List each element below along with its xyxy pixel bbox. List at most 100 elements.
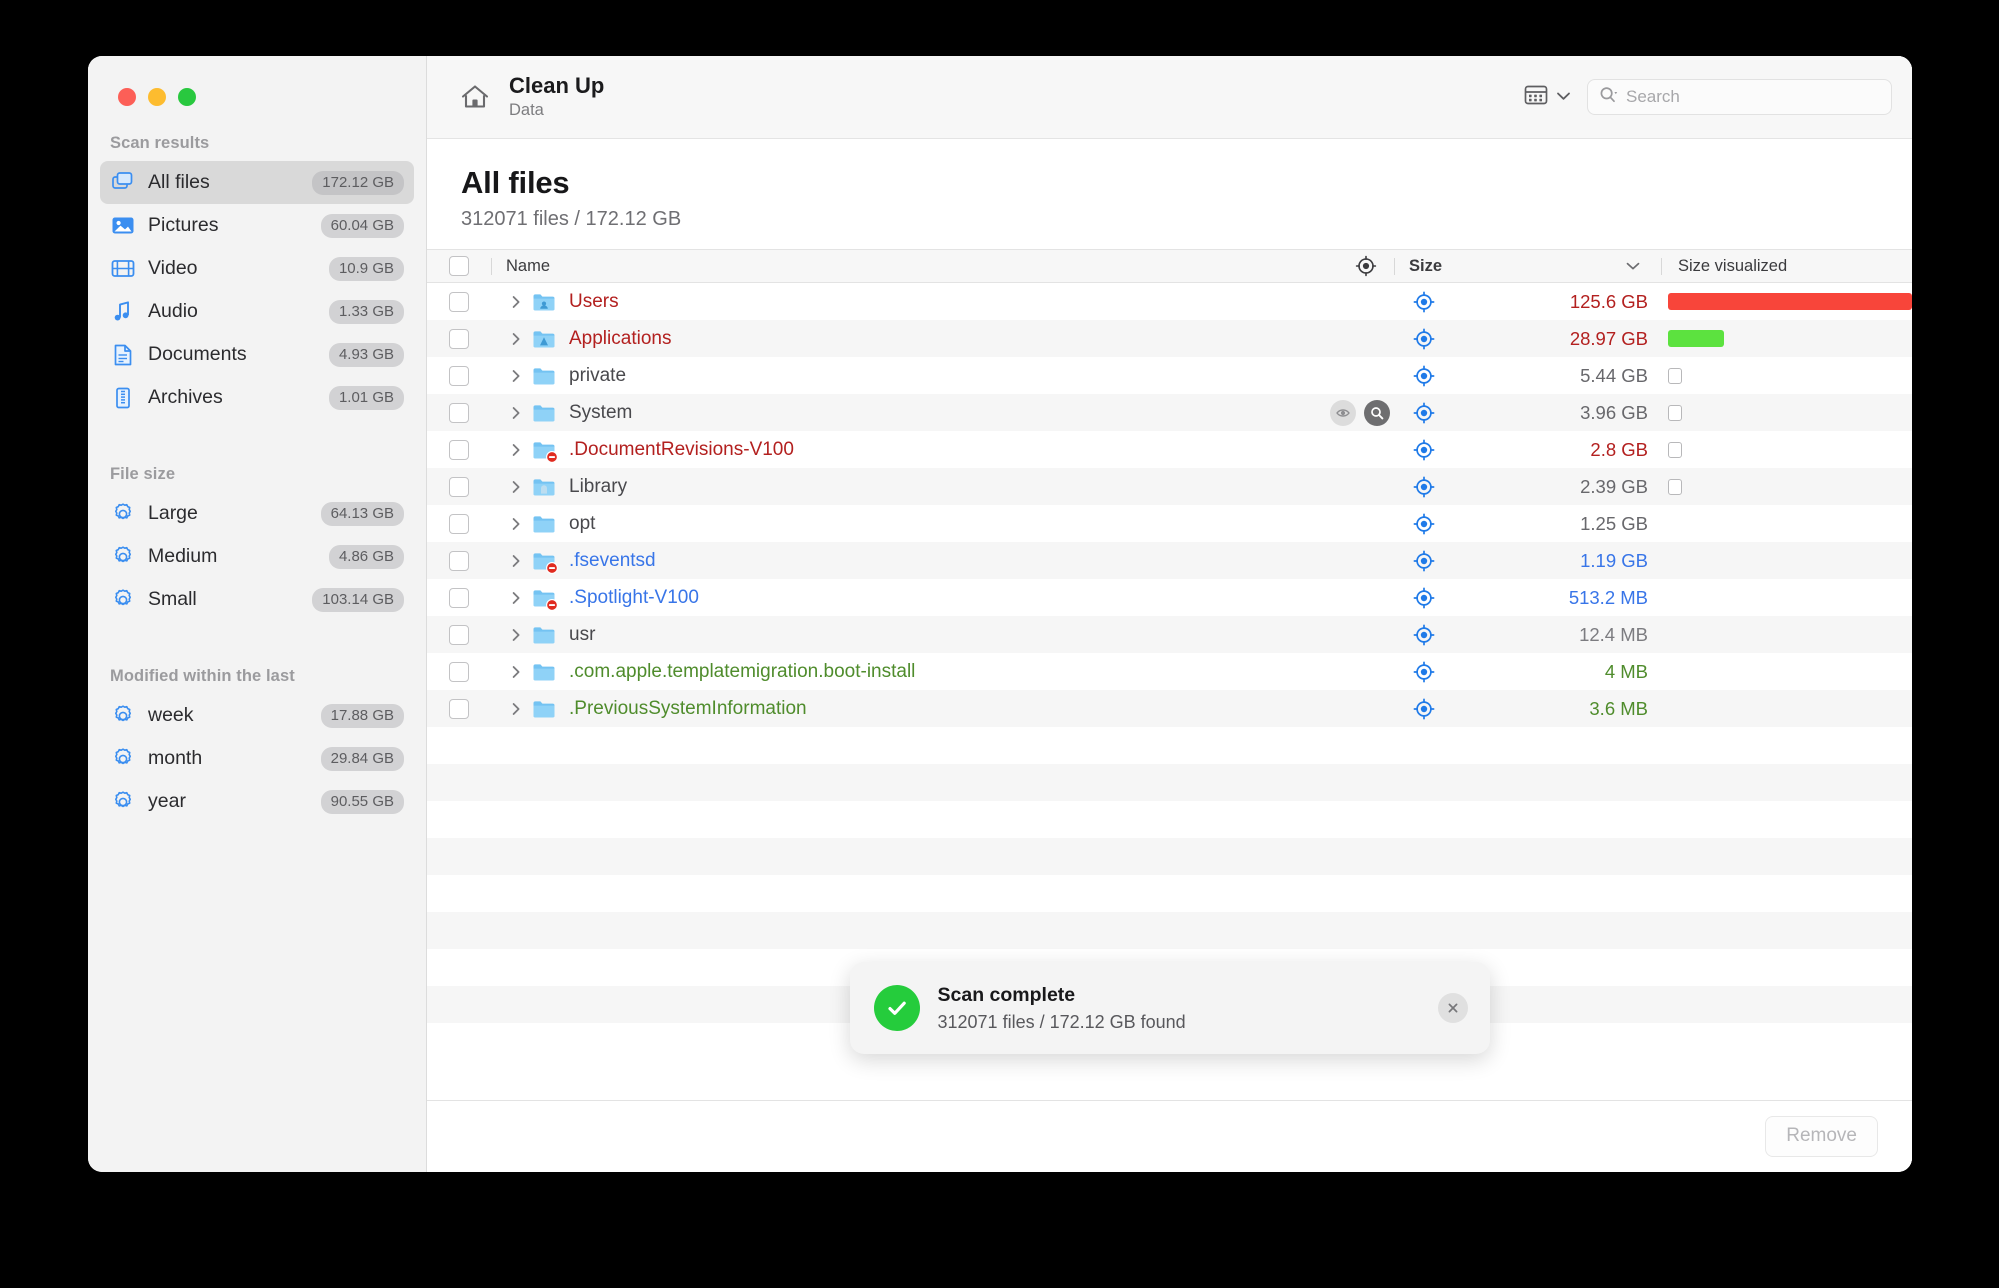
row-checkbox[interactable] — [449, 587, 469, 608]
row-checkbox-cell[interactable] — [427, 439, 491, 460]
sidebar-item-large[interactable]: Large 64.13 GB — [100, 492, 414, 535]
minimize-window-button[interactable] — [148, 88, 166, 106]
toast-text: Scan complete 312071 files / 172.12 GB f… — [938, 984, 1438, 1033]
table-view-icon — [1523, 83, 1549, 112]
sidebar-item-documents[interactable]: Documents 4.93 GB — [100, 333, 414, 376]
disclosure-chevron-right-icon[interactable] — [505, 554, 527, 568]
disclosure-chevron-right-icon[interactable] — [505, 443, 527, 457]
row-checkbox[interactable] — [449, 698, 469, 719]
sort-direction-chevron[interactable] — [1605, 261, 1661, 271]
home-icon[interactable] — [457, 79, 493, 115]
row-reveal-button[interactable] — [1396, 661, 1452, 683]
row-reveal-button[interactable] — [1396, 624, 1452, 646]
row-checkbox-cell[interactable] — [427, 476, 491, 497]
row-checkbox[interactable] — [449, 661, 469, 682]
column-header-target[interactable] — [1338, 255, 1394, 277]
row-reveal-button[interactable] — [1396, 550, 1452, 572]
sidebar-item-all-files[interactable]: All files 172.12 GB — [100, 161, 414, 204]
row-reveal-button[interactable] — [1396, 291, 1452, 313]
column-header-name[interactable]: Name — [492, 257, 1338, 276]
table-row[interactable]: .DocumentRevisions-V100 2.8 GB — [427, 431, 1912, 468]
row-checkbox-cell[interactable] — [427, 365, 491, 386]
row-reveal-button[interactable] — [1396, 365, 1452, 387]
table-row[interactable]: System 3.96 GB — [427, 394, 1912, 431]
row-checkbox[interactable] — [449, 513, 469, 534]
disclosure-chevron-right-icon[interactable] — [505, 628, 527, 642]
row-reveal-button[interactable] — [1396, 402, 1452, 424]
row-checkbox-cell[interactable] — [427, 291, 491, 312]
audio-icon — [110, 299, 136, 325]
column-header-size[interactable]: Size — [1395, 257, 1605, 276]
row-checkbox-cell[interactable] — [427, 587, 491, 608]
row-checkbox-cell[interactable] — [427, 513, 491, 534]
disclosure-chevron-right-icon[interactable] — [505, 332, 527, 346]
sidebar-item-week[interactable]: week 17.88 GB — [100, 694, 414, 737]
disclosure-chevron-right-icon[interactable] — [505, 480, 527, 494]
row-checkbox-cell[interactable] — [427, 698, 491, 719]
eye-icon[interactable] — [1330, 399, 1356, 426]
table-row[interactable]: opt 1.25 GB — [427, 505, 1912, 542]
row-checkbox[interactable] — [449, 624, 469, 645]
gear-icon — [110, 789, 136, 815]
search-field[interactable]: Search — [1587, 79, 1892, 115]
table-row[interactable]: usr 12.4 MB — [427, 616, 1912, 653]
row-checkbox[interactable] — [449, 439, 469, 460]
table-row[interactable]: private 5.44 GB — [427, 357, 1912, 394]
sidebar-item-year[interactable]: year 90.55 GB — [100, 780, 414, 823]
row-checkbox[interactable] — [449, 291, 469, 312]
disclosure-chevron-right-icon[interactable] — [505, 406, 527, 420]
target-icon — [1413, 476, 1435, 497]
table-header-row: Name Size Size visualized — [427, 249, 1912, 283]
table-row[interactable]: Applications 28.97 GB — [427, 320, 1912, 357]
disclosure-chevron-right-icon[interactable] — [505, 517, 527, 531]
magnifier-icon[interactable] — [1364, 399, 1390, 426]
sidebar-item-pictures[interactable]: Pictures 60.04 GB — [100, 204, 414, 247]
table-row[interactable]: .com.apple.templatemigration.boot-instal… — [427, 653, 1912, 690]
toast-message: 312071 files / 172.12 GB found — [937, 1011, 1186, 1032]
column-header-size-visualized[interactable]: Size visualized — [1662, 257, 1912, 276]
row-checkbox-cell[interactable] — [427, 328, 491, 349]
table-row[interactable]: .Spotlight-V100 513.2 MB — [427, 579, 1912, 616]
close-window-button[interactable] — [118, 88, 136, 106]
disclosure-chevron-right-icon[interactable] — [505, 591, 527, 605]
disclosure-chevron-right-icon[interactable] — [505, 295, 527, 309]
row-checkbox-cell[interactable] — [427, 624, 491, 645]
row-checkbox-cell[interactable] — [427, 402, 491, 423]
toast-close-button[interactable] — [1437, 993, 1468, 1023]
table-row[interactable]: Library 2.39 GB — [427, 468, 1912, 505]
row-checkbox[interactable] — [449, 476, 469, 497]
sidebar-item-archives[interactable]: Archives 1.01 GB — [100, 376, 414, 419]
row-checkbox[interactable] — [449, 550, 469, 571]
chevron-down-icon — [1626, 262, 1640, 270]
sidebar-item-month[interactable]: month 29.84 GB — [100, 737, 414, 780]
row-checkbox-cell[interactable] — [427, 550, 491, 571]
table-row[interactable]: Users 125.6 GB — [427, 283, 1912, 320]
row-checkbox[interactable] — [449, 328, 469, 349]
row-reveal-button[interactable] — [1396, 513, 1452, 535]
sidebar-item-size-badge: 172.12 GB — [312, 170, 404, 195]
row-reveal-button[interactable] — [1396, 439, 1452, 461]
zoom-window-button[interactable] — [178, 88, 196, 106]
row-reveal-button[interactable] — [1396, 698, 1452, 720]
row-name-label: Users — [569, 290, 619, 312]
row-checkbox[interactable] — [449, 402, 469, 423]
row-checkbox[interactable] — [449, 365, 469, 386]
disclosure-chevron-right-icon[interactable] — [505, 665, 527, 679]
sidebar-item-audio[interactable]: Audio 1.33 GB — [100, 290, 414, 333]
row-reveal-button[interactable] — [1396, 476, 1452, 498]
table-row[interactable]: .PreviousSystemInformation 3.6 MB — [427, 690, 1912, 727]
sidebar-item-small[interactable]: Small 103.14 GB — [100, 578, 414, 621]
remove-button[interactable]: Remove — [1765, 1116, 1878, 1157]
search-icon — [1598, 85, 1622, 109]
disclosure-chevron-right-icon[interactable] — [505, 369, 527, 383]
select-all-checkbox[interactable] — [449, 256, 469, 276]
sidebar-item-video[interactable]: Video 10.9 GB — [100, 247, 414, 290]
select-all-checkbox-cell[interactable] — [427, 256, 491, 276]
disclosure-chevron-right-icon[interactable] — [505, 702, 527, 716]
view-options-button[interactable] — [1523, 83, 1571, 112]
row-reveal-button[interactable] — [1396, 587, 1452, 609]
sidebar-item-medium[interactable]: Medium 4.86 GB — [100, 535, 414, 578]
row-reveal-button[interactable] — [1396, 328, 1452, 350]
table-row[interactable]: .fseventsd 1.19 GB — [427, 542, 1912, 579]
row-checkbox-cell[interactable] — [427, 661, 491, 682]
